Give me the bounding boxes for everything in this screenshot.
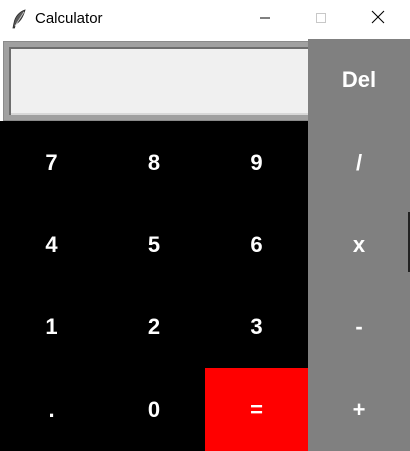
digit-4-button[interactable]: 4 — [0, 204, 103, 286]
maximize-button[interactable] — [298, 0, 344, 39]
close-icon — [371, 10, 385, 29]
divide-button[interactable]: / — [308, 121, 410, 204]
feather-icon — [10, 9, 28, 29]
delete-button[interactable]: Del — [308, 39, 410, 121]
display-input[interactable] — [3, 41, 319, 121]
minimize-icon — [259, 11, 271, 29]
calculator-body: Del / x - + 7 8 9 4 5 6 1 2 3 . 0 = — [0, 39, 410, 451]
digit-6-button[interactable]: 6 — [205, 204, 308, 286]
digit-0-button[interactable]: 0 — [103, 368, 205, 451]
window-title: Calculator — [35, 10, 103, 27]
decimal-point-button[interactable]: . — [0, 368, 103, 451]
digit-5-button[interactable]: 5 — [103, 204, 205, 286]
multiply-button[interactable]: x — [308, 204, 410, 286]
title-bar[interactable]: Calculator — [0, 0, 410, 39]
minimize-button[interactable] — [242, 0, 288, 39]
digit-9-button[interactable]: 9 — [205, 121, 308, 204]
digit-7-button[interactable]: 7 — [0, 121, 103, 204]
calculator-window: Calculator Del / x - + 7 8 9 4 5 6 1 2 3… — [0, 0, 410, 451]
plus-button[interactable]: + — [308, 368, 410, 451]
digit-2-button[interactable]: 2 — [103, 286, 205, 368]
minus-button[interactable]: - — [308, 286, 410, 368]
maximize-icon — [315, 11, 327, 29]
digit-3-button[interactable]: 3 — [205, 286, 308, 368]
display-area — [0, 39, 319, 121]
close-button[interactable] — [355, 0, 401, 39]
digit-8-button[interactable]: 8 — [103, 121, 205, 204]
equals-button[interactable]: = — [205, 368, 308, 451]
digit-1-button[interactable]: 1 — [0, 286, 103, 368]
